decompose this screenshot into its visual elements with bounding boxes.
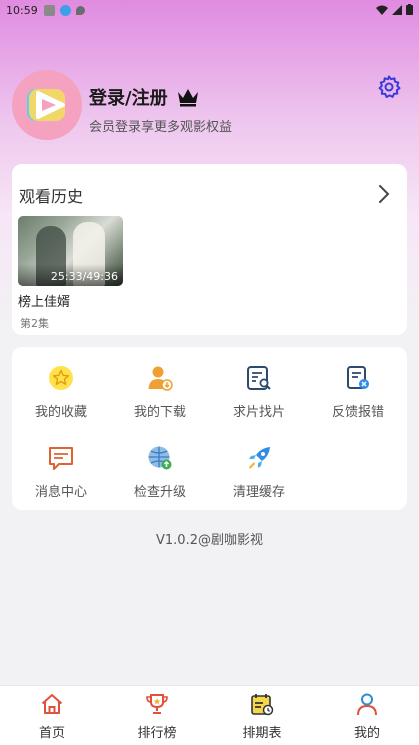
status-right-icons <box>376 4 413 15</box>
history-show-title[interactable]: 榜上佳婿 <box>18 291 70 310</box>
chevron-right-icon[interactable] <box>377 184 391 204</box>
tab-schedule[interactable]: 排期表 <box>222 692 302 741</box>
watch-history-card: 观看历史 25:33/49:36 榜上佳婿 第2集 <box>12 164 407 335</box>
menu-label-favorites: 我的收藏 <box>34 405 87 420</box>
history-episode: 第2集 <box>20 317 49 330</box>
schedule-icon <box>251 694 274 716</box>
person-icon <box>357 693 377 716</box>
menu-item-favorites[interactable]: 我的收藏 <box>12 365 110 435</box>
download-user-icon <box>148 366 173 391</box>
menu-label-upgrade: 检查升级 <box>133 485 186 500</box>
tab-label-ranking: 排行榜 <box>137 726 177 741</box>
globe-upgrade-icon <box>148 446 172 470</box>
notification-download-icon <box>59 4 71 16</box>
signal-icon <box>392 4 402 15</box>
play-logo-icon <box>12 70 82 140</box>
app-version: V1.0.2@剧咖影视 <box>156 533 263 548</box>
app-logo-avatar[interactable] <box>12 70 82 140</box>
history-thumbnail[interactable]: 25:33/49:36 <box>18 216 123 286</box>
tab-mine[interactable]: 我的 <box>327 692 407 741</box>
sim-icon <box>43 4 55 16</box>
profile-header: 登录/注册 会员登录享更多观影权益 <box>12 70 407 142</box>
menu-item-messages[interactable]: 消息中心 <box>12 445 110 515</box>
bottom-tab-bar: 首页 排行榜 排期表 我的 <box>0 685 419 745</box>
menu-item-feedback[interactable]: 反馈报错 <box>309 365 407 435</box>
menu-label-clear-cache: 清理缓存 <box>232 485 285 500</box>
watch-history-title: 观看历史 <box>19 187 84 206</box>
menu-item-upgrade[interactable]: 检查升级 <box>111 445 209 515</box>
rocket-icon <box>249 447 270 469</box>
home-icon <box>41 694 63 714</box>
history-progress: 25:33/49:36 <box>50 270 118 283</box>
feedback-error-icon <box>347 366 369 389</box>
login-label: 登录/注册 <box>89 88 168 109</box>
function-menu-card: 我的收藏 我的下载 求片找片 反馈报错 消息中心 检查升级 清理缓存 <box>12 347 407 510</box>
tab-label-mine: 我的 <box>353 726 380 741</box>
star-icon <box>49 366 73 390</box>
search-document-icon <box>247 366 271 390</box>
tab-label-schedule: 排期表 <box>242 726 282 741</box>
tab-home[interactable]: 首页 <box>12 692 92 741</box>
menu-item-clear-cache[interactable]: 清理缓存 <box>210 445 308 515</box>
login-register-link[interactable]: 登录/注册 <box>89 84 200 110</box>
battery-icon <box>406 4 413 15</box>
menu-label-request: 求片找片 <box>232 405 285 420</box>
shield-status-icon <box>75 5 85 15</box>
tab-ranking[interactable]: 排行榜 <box>117 692 197 741</box>
crown-icon <box>177 89 198 107</box>
menu-item-request[interactable]: 求片找片 <box>210 365 308 435</box>
wifi-icon <box>376 5 388 15</box>
status-bar: 10:59 <box>0 0 419 20</box>
member-subtitle: 会员登录享更多观影权益 <box>89 120 233 135</box>
menu-label-feedback: 反馈报错 <box>331 405 384 420</box>
menu-item-downloads[interactable]: 我的下载 <box>111 365 209 435</box>
message-icon <box>49 447 73 470</box>
tab-label-home: 首页 <box>38 726 65 741</box>
menu-label-messages: 消息中心 <box>34 485 87 500</box>
trophy-icon <box>146 694 168 714</box>
gear-icon[interactable] <box>377 75 401 99</box>
menu-label-downloads: 我的下载 <box>133 405 186 420</box>
status-time: 10:59 <box>6 3 38 17</box>
